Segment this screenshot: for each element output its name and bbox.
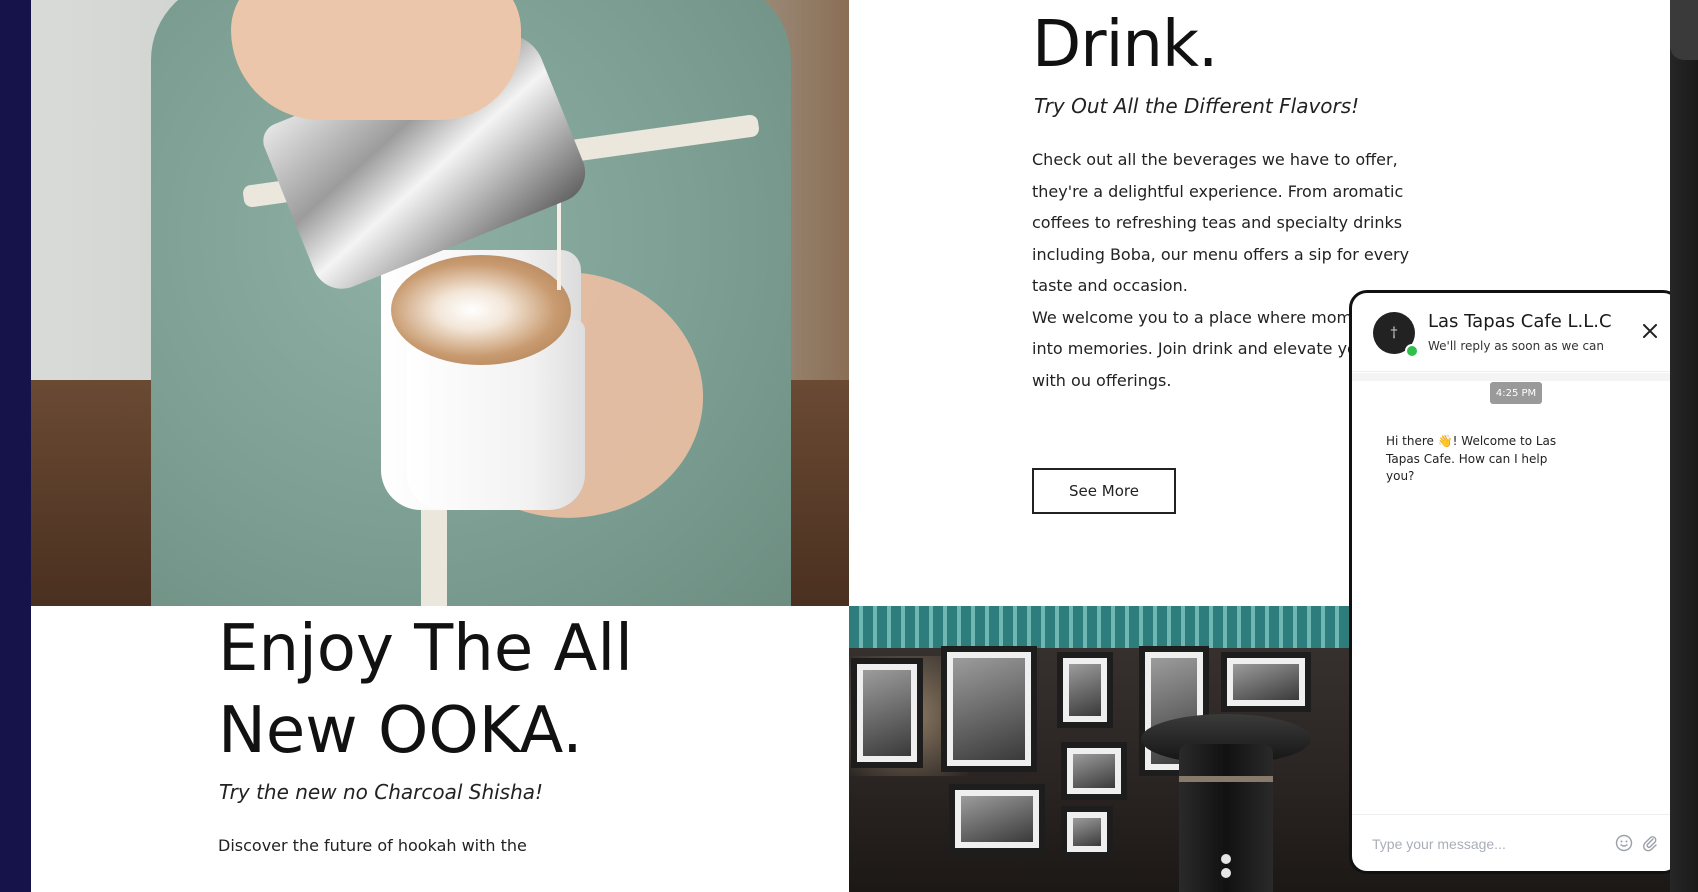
drink-title: Drink. xyxy=(1032,8,1218,82)
paperclip-icon[interactable] xyxy=(1640,833,1660,853)
chat-header: † Las Tapas Cafe L.L.C We'll reply as so… xyxy=(1352,293,1670,372)
ooka-description: Discover the future of hookah with the xyxy=(218,836,527,855)
drink-subtitle: Try Out All the Different Flavors! xyxy=(1034,94,1360,118)
chat-widget: † Las Tapas Cafe L.L.C We'll reply as so… xyxy=(1349,290,1670,874)
close-icon[interactable] xyxy=(1638,319,1662,343)
message-input[interactable] xyxy=(1370,831,1594,857)
see-more-button[interactable]: See More xyxy=(1032,468,1176,514)
coffee-pour-photo xyxy=(31,0,849,606)
chat-status-text: We'll reply as soon as we can xyxy=(1428,339,1605,353)
welcome-message: Hi there 👋! Welcome to Las Tapas Cafe. H… xyxy=(1386,434,1557,483)
browser-edge-nub xyxy=(1670,0,1698,60)
ooka-title-line-2: New OOKA. xyxy=(218,694,583,768)
ooka-title: Enjoy The All New OOKA. xyxy=(218,608,778,772)
drink-paragraph-1: Check out all the beverages we have to o… xyxy=(1032,150,1410,295)
ooka-subtitle: Try the new no Charcoal Shisha! xyxy=(219,780,544,804)
message-timestamp: 4:25 PM xyxy=(1490,382,1542,404)
online-indicator xyxy=(1405,344,1419,358)
browser-edge xyxy=(1670,0,1698,892)
ooka-title-line-1: Enjoy The All xyxy=(218,612,633,686)
page: Drink. Try Out All the Different Flavors… xyxy=(31,0,1670,892)
chat-input-bar xyxy=(1352,814,1670,871)
chat-business-name: Las Tapas Cafe L.L.C xyxy=(1428,311,1612,332)
smiley-icon[interactable] xyxy=(1614,833,1634,853)
